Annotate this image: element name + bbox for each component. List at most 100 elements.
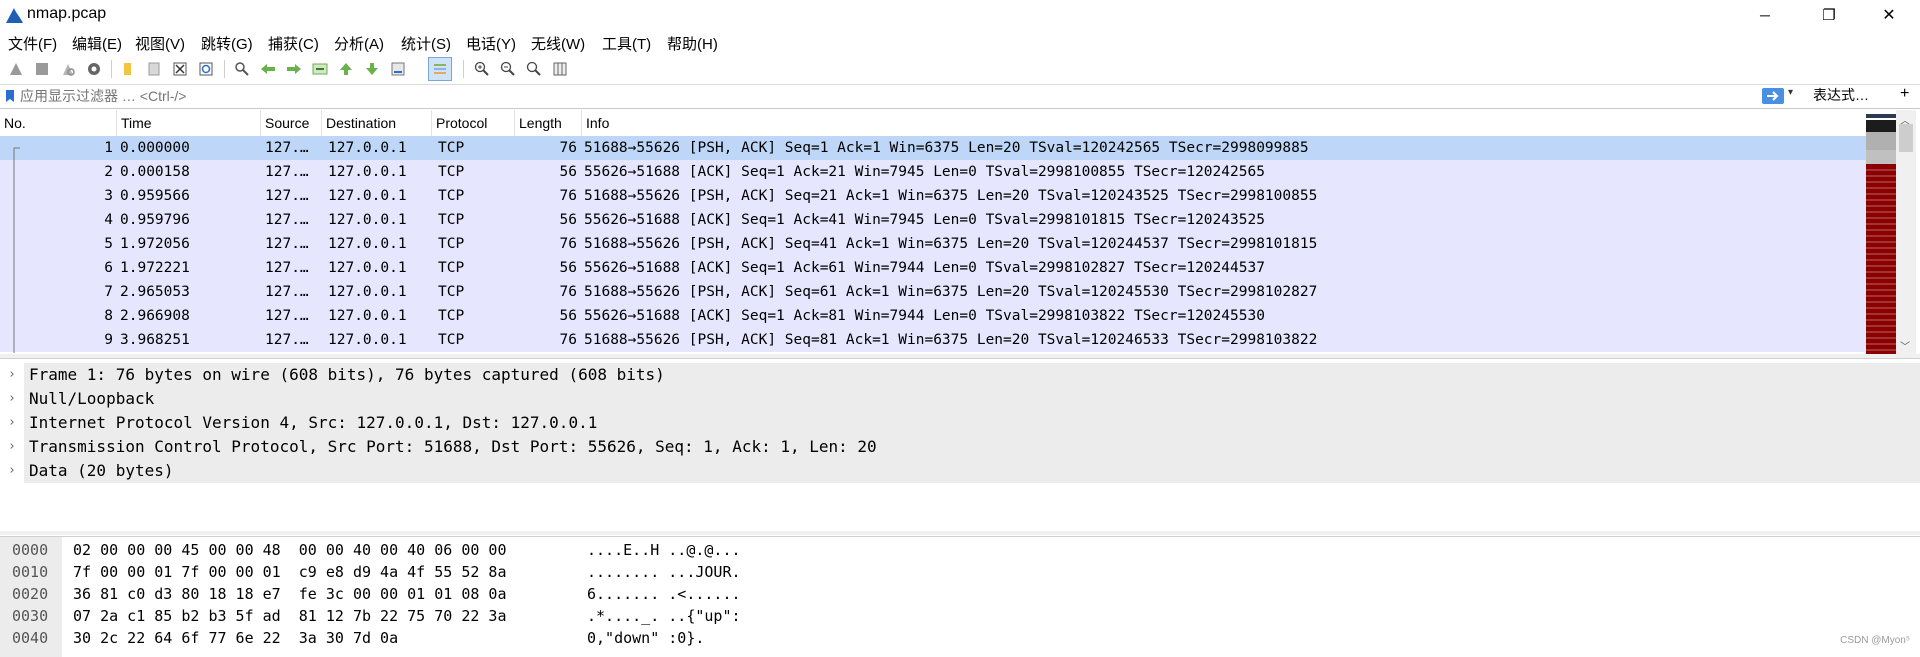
cell-len: 76	[559, 188, 577, 204]
cell-dst: 127.0.0.1	[328, 284, 407, 300]
close-button[interactable]: ✕	[1866, 0, 1912, 30]
scroll-thumb[interactable]	[1899, 124, 1913, 152]
add-filter-button[interactable]: +	[1900, 85, 1909, 103]
cell-info: 51688→55626 [PSH, ACK] Seq=1 Ack=1 Win=6…	[584, 140, 1309, 156]
expression-button[interactable]: 表达式…	[1813, 85, 1869, 105]
close-icon: ✕	[1882, 7, 1896, 24]
hex-line[interactable]: 0000 02 00 00 00 45 00 00 48 00 00 40 00 …	[0, 539, 1920, 561]
go-first-icon[interactable]	[336, 59, 356, 79]
menu-view[interactable]: 视图(V)	[135, 33, 185, 54]
detail-row-loopback[interactable]: › Null/Loopback	[0, 387, 1920, 411]
hex-line[interactable]: 0040 30 2c 22 64 6f 77 6e 22 3a 30 7d 0a 0…	[0, 627, 1920, 649]
maximize-button[interactable]: ❐	[1806, 0, 1852, 30]
packet-list-scrollbar[interactable]: ︿ ﹀	[1896, 110, 1916, 354]
column-header-no[interactable]: No.	[0, 110, 117, 136]
table-row[interactable]: 3 0.959566 127.… 127.0.0.1 TCP 76 51688→55626 …	[0, 184, 1866, 208]
table-row[interactable]: 1 0.000000 127.… 127.0.0.1 TCP 76 51688→55626 …	[0, 136, 1866, 160]
capture-options-icon[interactable]	[84, 59, 104, 79]
menu-tools[interactable]: 工具(T)	[602, 33, 651, 54]
resize-columns-icon[interactable]	[550, 59, 570, 79]
go-back-icon[interactable]	[258, 59, 278, 79]
bookmark-icon[interactable]	[5, 89, 15, 103]
minimize-button[interactable]: ─	[1742, 0, 1788, 30]
menu-analyze[interactable]: 分析(A)	[334, 33, 384, 54]
hex-line[interactable]: 0030 07 2a c1 85 b2 b3 5f ad 81 12 7b 22 …	[0, 605, 1920, 627]
column-header-destination[interactable]: Destination	[322, 110, 432, 136]
detail-row-tcp[interactable]: › Transmission Control Protocol, Src Port…	[0, 435, 1920, 459]
hex-line[interactable]: 0010 7f 00 00 01 7f 00 00 01 c9 e8 d9 4a …	[0, 561, 1920, 583]
detail-row-data[interactable]: › Data (20 bytes)	[0, 459, 1920, 483]
menu-capture[interactable]: 捕获(C)	[268, 33, 319, 54]
colorize-icon[interactable]	[428, 57, 452, 81]
cell-proto: TCP	[438, 236, 465, 252]
filter-history-chevron-icon[interactable]: ▾	[1788, 87, 1793, 98]
packet-bytes: 0000 02 00 00 00 45 00 00 48 00 00 40 00 …	[0, 536, 1920, 657]
chevron-right-icon[interactable]: ›	[8, 435, 16, 459]
scroll-down-icon[interactable]: ﹀	[1900, 338, 1910, 353]
table-row[interactable]: 6 1.972221 127.… 127.0.0.1 TCP 56 55626→51688 …	[0, 256, 1866, 280]
menu-go[interactable]: 跳转(G)	[201, 33, 253, 54]
column-header-protocol[interactable]: Protocol	[432, 110, 515, 136]
cell-time: 1.972221	[120, 260, 190, 276]
chevron-right-icon[interactable]: ›	[8, 411, 16, 435]
restore-icon: ❐	[1822, 7, 1836, 24]
go-forward-icon[interactable]	[284, 59, 304, 79]
menu-file[interactable]: 文件(F)	[8, 33, 57, 54]
open-file-icon[interactable]	[118, 59, 138, 79]
menu-bar: 文件(F) 编辑(E) 视图(V) 跳转(G) 捕获(C) 分析(A) 统计(S…	[0, 30, 1920, 54]
cell-info: 51688→55626 [PSH, ACK] Seq=81 Ack=1 Win=…	[584, 332, 1318, 348]
menu-wireless[interactable]: 无线(W)	[531, 33, 585, 54]
menu-help[interactable]: 帮助(H)	[667, 33, 718, 54]
menu-edit[interactable]: 编辑(E)	[72, 33, 122, 54]
cell-src: 127.…	[265, 140, 309, 156]
chevron-right-icon[interactable]: ›	[8, 459, 16, 483]
packet-minimap[interactable]	[1866, 110, 1896, 354]
column-header-length[interactable]: Length	[515, 110, 582, 136]
minimize-icon: ─	[1760, 7, 1770, 23]
detail-row-frame[interactable]: › Frame 1: 76 bytes on wire (608 bits), 7…	[0, 363, 1920, 387]
cell-len: 56	[559, 260, 577, 276]
zoom-normal-icon[interactable]	[524, 59, 544, 79]
table-row[interactable]: 8 2.966908 127.… 127.0.0.1 TCP 56 55626→51688 …	[0, 304, 1866, 328]
menu-telephony[interactable]: 电话(Y)	[466, 33, 516, 54]
start-capture-icon[interactable]	[6, 59, 26, 79]
apply-filter-icon[interactable]	[1762, 88, 1784, 104]
column-header-info[interactable]: Info	[582, 110, 1866, 136]
packet-list: 1 0.000000 127.… 127.0.0.1 TCP 76 51688→55626 …	[0, 136, 1866, 353]
save-file-icon[interactable]	[144, 59, 164, 79]
restart-capture-icon[interactable]	[58, 59, 78, 79]
zoom-out-icon[interactable]	[498, 59, 518, 79]
hex-line[interactable]: 0020 36 81 c0 d3 80 18 18 e7 fe 3c 00 00 …	[0, 583, 1920, 605]
zoom-in-icon[interactable]	[472, 59, 492, 79]
cell-dst: 127.0.0.1	[328, 164, 407, 180]
column-header-source[interactable]: Source	[261, 110, 322, 136]
title-bar: nmap.pcap ─ ❐ ✕	[0, 0, 1920, 30]
go-last-icon[interactable]	[362, 59, 382, 79]
table-row[interactable]: 7 2.965053 127.… 127.0.0.1 TCP 76 51688→55626 …	[0, 280, 1866, 304]
cell-proto: TCP	[438, 188, 465, 204]
detail-row-ipv4[interactable]: › Internet Protocol Version 4, Src: 127.0…	[0, 411, 1920, 435]
menu-statistics[interactable]: 统计(S)	[401, 33, 451, 54]
table-row[interactable]: 5 1.972056 127.… 127.0.0.1 TCP 76 51688→55626 …	[0, 232, 1866, 256]
cell-info: 55626→51688 [ACK] Seq=1 Ack=81 Win=7944 …	[584, 308, 1265, 324]
column-header-time[interactable]: Time	[117, 110, 261, 136]
table-row[interactable]: 4 0.959796 127.… 127.0.0.1 TCP 56 55626→51688 …	[0, 208, 1866, 232]
cell-proto: TCP	[438, 164, 465, 180]
go-to-packet-icon[interactable]	[310, 59, 330, 79]
table-row[interactable]: 9 3.968251 127.… 127.0.0.1 TCP 76 51688→55626 …	[0, 328, 1866, 352]
stop-capture-icon[interactable]	[32, 59, 52, 79]
find-packet-icon[interactable]	[232, 59, 252, 79]
reload-file-icon[interactable]	[196, 59, 216, 79]
cell-time: 1.972056	[120, 236, 190, 252]
cell-src: 127.…	[265, 188, 309, 204]
display-filter-input[interactable]	[20, 87, 1790, 105]
cell-info: 55626→51688 [ACK] Seq=1 Ack=21 Win=7945 …	[584, 164, 1265, 180]
autoscroll-icon[interactable]	[388, 59, 408, 79]
table-row[interactable]: 2 0.000158 127.… 127.0.0.1 TCP 56 55626→51688 …	[0, 160, 1866, 184]
cell-src: 127.…	[265, 284, 309, 300]
chevron-right-icon[interactable]: ›	[8, 387, 16, 411]
pane-splitter[interactable]	[0, 531, 1920, 535]
cell-info: 55626→51688 [ACK] Seq=1 Ack=41 Win=7945 …	[584, 212, 1265, 228]
chevron-right-icon[interactable]: ›	[8, 363, 16, 387]
close-file-icon[interactable]	[170, 59, 190, 79]
